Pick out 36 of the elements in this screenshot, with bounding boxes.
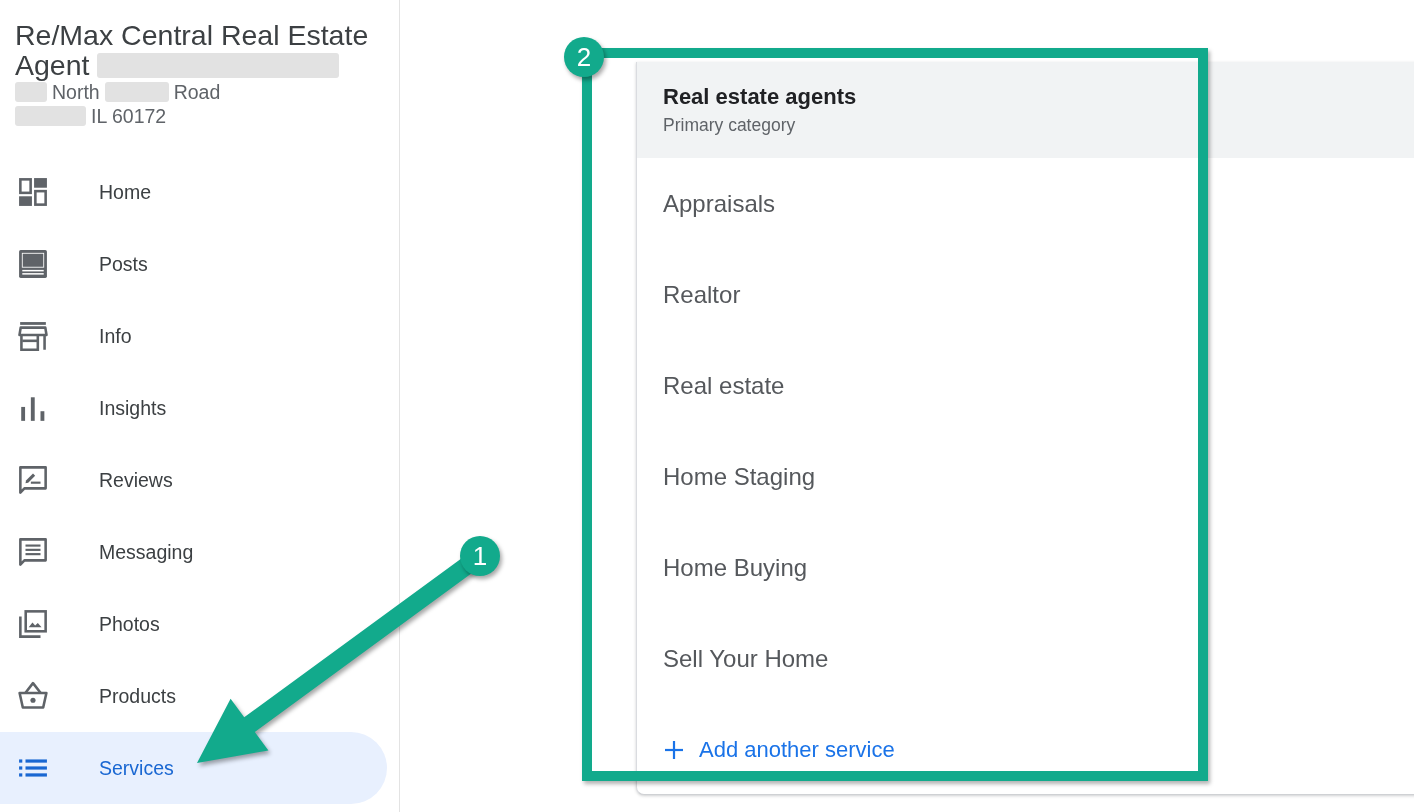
blurred-block: [15, 106, 86, 126]
tiles-icon: [18, 177, 48, 207]
message-icon: [18, 537, 48, 567]
service-item[interactable]: Appraisals: [663, 189, 776, 218]
nav-item[interactable]: Posts: [0, 228, 387, 300]
nav-item[interactable]: Reviews: [0, 444, 387, 516]
service-item[interactable]: Home Staging: [663, 462, 816, 491]
nav-item[interactable]: Services: [0, 732, 387, 804]
step-marker: 2: [564, 37, 604, 77]
panel-icon: [18, 249, 48, 279]
address-text: Road: [173, 80, 221, 104]
service-item[interactable]: Realtor: [663, 280, 741, 309]
address-text: IL 60172: [91, 104, 167, 128]
blurred-block: [15, 82, 47, 102]
add-service-button[interactable]: Add another service: [663, 732, 897, 767]
business-name: Agent: [15, 50, 90, 80]
plus-icon: [665, 740, 683, 759]
service-item[interactable]: Sell Your Home: [663, 644, 829, 673]
nav-item[interactable]: Products: [0, 660, 387, 732]
blurred-block: [104, 82, 169, 102]
service-item[interactable]: Real estate: [663, 371, 785, 400]
nav-item[interactable]: Photos: [0, 588, 387, 660]
nav-item[interactable]: Info: [0, 300, 387, 372]
nav-item[interactable]: Insights: [0, 372, 387, 444]
category-title: Real estate agents: [663, 84, 857, 110]
address-text: North: [52, 81, 100, 104]
basket-icon: [18, 681, 48, 711]
nav-item[interactable]: Messaging: [0, 516, 387, 588]
step-marker: 1: [460, 536, 500, 576]
business-name: Re/Max Central Real Estate: [15, 20, 369, 50]
service-item[interactable]: Home Buying: [663, 553, 808, 582]
edit-comment-icon: [18, 465, 48, 495]
nav-item[interactable]: Home: [0, 156, 387, 228]
storefront-icon: [18, 321, 48, 351]
images-icon: [18, 609, 48, 639]
category-subtitle: Primary category: [663, 115, 796, 136]
